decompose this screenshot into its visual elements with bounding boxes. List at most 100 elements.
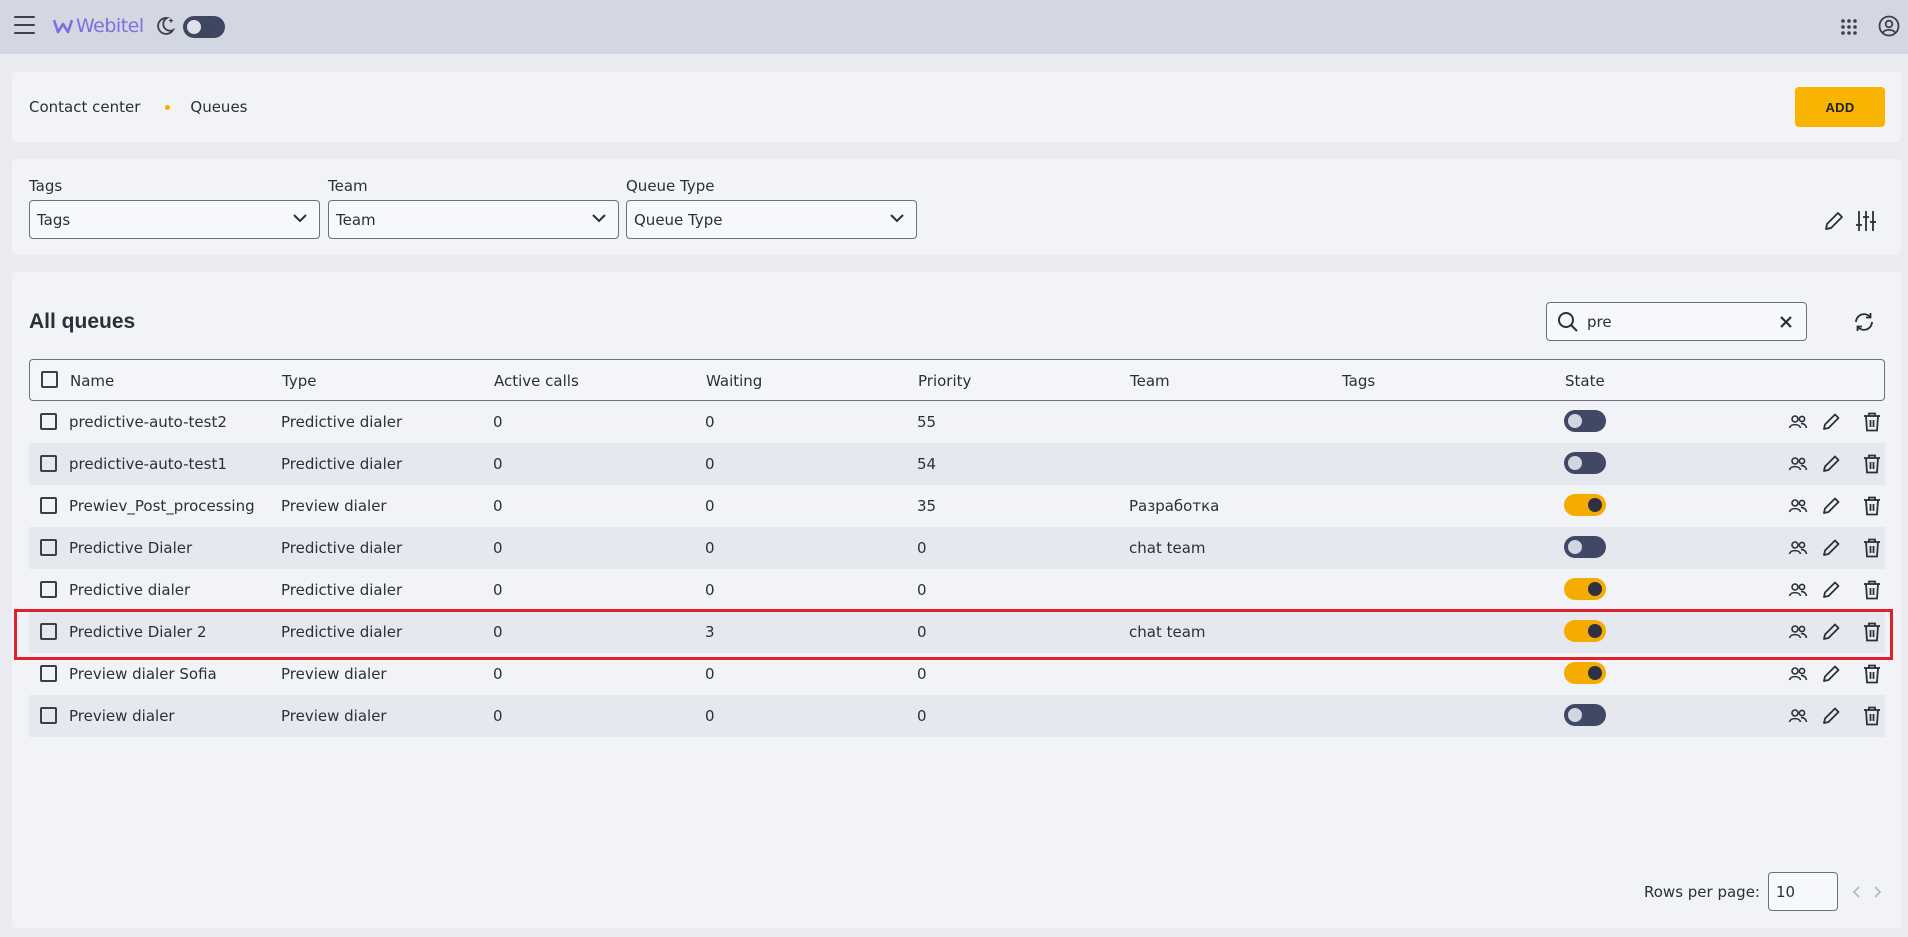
- members-icon[interactable]: [1787, 705, 1809, 727]
- cell-waiting-count: 0: [705, 497, 715, 515]
- delete-icon[interactable]: [1861, 663, 1883, 685]
- column-header-state[interactable]: State: [1565, 372, 1605, 390]
- delete-icon[interactable]: [1861, 495, 1883, 517]
- delete-icon[interactable]: [1861, 705, 1883, 727]
- cell-queue-name: Predictive Dialer 2: [69, 623, 207, 641]
- row-checkbox[interactable]: [40, 455, 57, 472]
- cell-queue-name: Preview dialer Sofia: [69, 665, 217, 683]
- edit-icon[interactable]: [1820, 411, 1842, 433]
- state-toggle[interactable]: [1564, 536, 1606, 558]
- dark-mode-toggle[interactable]: [183, 16, 225, 38]
- queues-table-card: All queues Name Type Active calls Waitin…: [12, 272, 1901, 928]
- edit-icon[interactable]: [1820, 453, 1842, 475]
- cell-queue-name: Predictive dialer: [69, 581, 191, 599]
- table-row[interactable]: Predictive Dialer 2 Predictive dialer 0 3 0 c…: [29, 611, 1885, 653]
- column-header-tags[interactable]: Tags: [1342, 372, 1375, 390]
- edit-icon[interactable]: [1820, 621, 1842, 643]
- column-header-active-calls[interactable]: Active calls: [494, 372, 579, 390]
- table-row[interactable]: Prewiev_Post_processing Preview dialer 0 0 3…: [29, 485, 1885, 527]
- team-select[interactable]: Team: [328, 200, 619, 239]
- edit-icon[interactable]: [1820, 705, 1842, 727]
- row-checkbox[interactable]: [40, 665, 57, 682]
- delete-icon[interactable]: [1861, 453, 1883, 475]
- breadcrumb-parent[interactable]: Contact center: [29, 98, 140, 116]
- edit-icon[interactable]: [1820, 537, 1842, 559]
- members-icon[interactable]: [1787, 537, 1809, 559]
- queue-type-select-placeholder: Queue Type: [634, 210, 723, 229]
- state-toggle[interactable]: [1564, 494, 1606, 516]
- row-checkbox[interactable]: [40, 623, 57, 640]
- row-checkbox[interactable]: [40, 497, 57, 514]
- table-row[interactable]: Preview dialer Sofia Preview dialer 0 0 0: [29, 653, 1885, 695]
- team-select-placeholder: Team: [336, 210, 376, 229]
- cell-active-calls: 0: [493, 413, 503, 431]
- row-checkbox[interactable]: [40, 539, 57, 556]
- cell-priority: 0: [917, 707, 927, 725]
- column-header-type[interactable]: Type: [282, 372, 316, 390]
- column-header-team[interactable]: Team: [1130, 372, 1170, 390]
- webitel-logo-icon: [53, 19, 73, 34]
- next-page-icon[interactable]: [1870, 885, 1884, 899]
- row-checkbox[interactable]: [40, 581, 57, 598]
- table-row[interactable]: predictive-auto-test1 Predictive dialer 0 0…: [29, 443, 1885, 485]
- cell-team: Разработка: [1129, 497, 1220, 515]
- rows-per-page-input[interactable]: 10: [1767, 872, 1838, 911]
- delete-icon[interactable]: [1861, 621, 1883, 643]
- table-row[interactable]: Predictive dialer Predictive dialer 0 0 0: [29, 569, 1885, 611]
- filter-settings-icon[interactable]: [1855, 209, 1877, 233]
- column-header-priority[interactable]: Priority: [918, 372, 971, 390]
- cell-waiting-count: 3: [705, 623, 715, 641]
- state-toggle[interactable]: [1564, 704, 1606, 726]
- members-icon[interactable]: [1787, 453, 1809, 475]
- delete-icon[interactable]: [1861, 411, 1883, 433]
- edit-icon[interactable]: [1820, 663, 1842, 685]
- delete-icon[interactable]: [1861, 537, 1883, 559]
- row-checkbox[interactable]: [40, 707, 57, 724]
- row-checkbox[interactable]: [40, 413, 57, 430]
- members-icon[interactable]: [1787, 495, 1809, 517]
- edit-icon[interactable]: [1820, 579, 1842, 601]
- delete-icon[interactable]: [1861, 579, 1883, 601]
- tags-select[interactable]: Tags: [29, 200, 320, 239]
- cell-active-calls: 0: [493, 539, 503, 557]
- table-row[interactable]: predictive-auto-test2 Predictive dialer 0 0…: [29, 401, 1885, 443]
- account-icon[interactable]: [1878, 15, 1900, 37]
- cell-waiting-count: 0: [705, 455, 715, 473]
- cell-active-calls: 0: [493, 623, 503, 641]
- previous-page-icon[interactable]: [1850, 885, 1864, 899]
- chevron-down-icon: [592, 214, 606, 223]
- cell-waiting-count: 0: [705, 707, 715, 725]
- state-toggle[interactable]: [1564, 410, 1606, 432]
- column-header-waiting[interactable]: Waiting: [706, 372, 762, 390]
- state-toggle[interactable]: [1564, 452, 1606, 474]
- clear-search-icon[interactable]: [1778, 314, 1794, 330]
- members-icon[interactable]: [1787, 663, 1809, 685]
- select-all-checkbox[interactable]: [41, 371, 58, 388]
- members-icon[interactable]: [1787, 411, 1809, 433]
- header-card: Contact center Queues ADD: [12, 72, 1901, 142]
- cell-queue-name: predictive-auto-test2: [69, 413, 227, 431]
- cell-priority: 55: [917, 413, 937, 431]
- apps-grid-icon[interactable]: [1840, 18, 1858, 36]
- table-row[interactable]: Preview dialer Preview dialer 0 0 0: [29, 695, 1885, 737]
- cell-waiting-count: 0: [705, 413, 715, 431]
- search-input[interactable]: [1587, 312, 1767, 331]
- column-header-name[interactable]: Name: [70, 372, 114, 390]
- hamburger-menu-icon[interactable]: [14, 16, 35, 34]
- clear-filters-icon[interactable]: [1822, 209, 1844, 233]
- members-icon[interactable]: [1787, 579, 1809, 601]
- table-row[interactable]: Predictive Dialer Predictive dialer 0 0 0 cha…: [29, 527, 1885, 569]
- refresh-icon[interactable]: [1852, 310, 1876, 334]
- breadcrumb-separator: [165, 104, 171, 110]
- state-toggle[interactable]: [1564, 662, 1606, 684]
- edit-icon[interactable]: [1820, 495, 1842, 517]
- queue-type-select[interactable]: Queue Type: [626, 200, 917, 239]
- cell-priority: 54: [917, 455, 937, 473]
- cell-team: chat team: [1129, 539, 1206, 557]
- webitel-logo[interactable]: Webitel: [53, 14, 144, 38]
- state-toggle[interactable]: [1564, 578, 1606, 600]
- add-button[interactable]: ADD: [1795, 87, 1885, 127]
- state-toggle[interactable]: [1564, 620, 1606, 642]
- members-icon[interactable]: [1787, 621, 1809, 643]
- search-field[interactable]: [1546, 302, 1807, 341]
